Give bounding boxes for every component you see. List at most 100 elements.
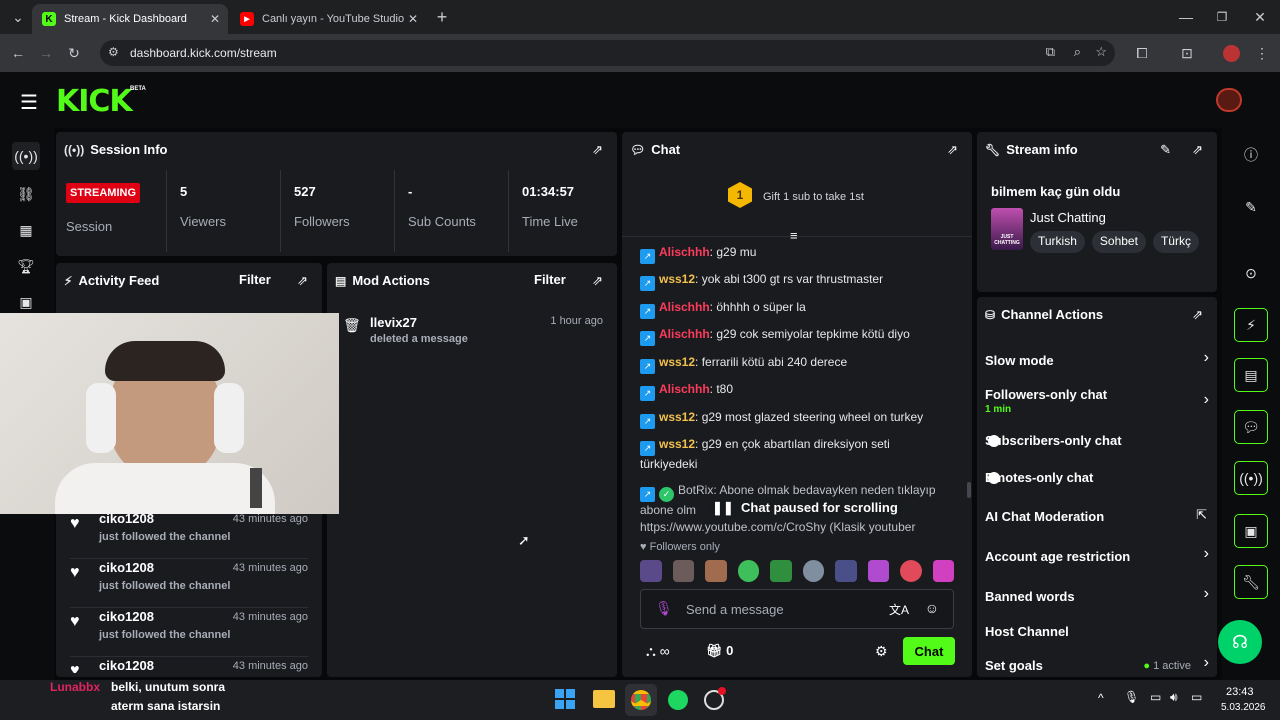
tray-monitor-icon[interactable]: ▭ [1150, 690, 1161, 704]
forward-icon[interactable]: → [36, 43, 56, 63]
emote-icon[interactable] [672, 560, 694, 582]
slow-mode-row[interactable]: Slow mode › [985, 349, 1209, 377]
popout-icon[interactable]: ⇗ [297, 273, 308, 289]
reload-icon[interactable]: ↻ [64, 43, 84, 63]
send-chat-button[interactable]: Chat [903, 637, 955, 665]
new-tab-icon[interactable]: + [432, 7, 452, 27]
chat-username[interactable]: wss12 [659, 272, 695, 286]
category-thumbnail[interactable]: JUST CHATTING [991, 208, 1023, 250]
bookmark-star-icon[interactable]: ☆ [1095, 44, 1107, 60]
screenshot-icon[interactable]: ⊡ [1177, 43, 1197, 63]
file-explorer-icon[interactable] [593, 690, 615, 708]
video-widget-icon[interactable]: ▣ [1234, 514, 1268, 548]
account-age-row[interactable]: Account age restriction › [985, 545, 1209, 573]
chat-input[interactable]: 🎙︎ Send a message 文A ☺ [640, 589, 954, 629]
chrome-icon[interactable] [631, 690, 651, 710]
close-tab-icon[interactable]: ✕ [210, 12, 220, 26]
support-chat-icon[interactable]: ☊ [1218, 620, 1262, 664]
window-close-icon[interactable]: ✕ [1250, 7, 1270, 27]
chat-scrollbar[interactable] [967, 482, 971, 498]
chat-username[interactable]: Alischhh [659, 300, 710, 314]
site-info-icon[interactable]: ⚙ [108, 45, 119, 59]
emote-icon[interactable] [932, 560, 954, 582]
document-widget-icon[interactable]: ▤ [1234, 358, 1268, 392]
chat-paused-notice[interactable]: ❚❚ Chat paused for scrolling [708, 499, 902, 517]
emote-icon[interactable] [640, 560, 662, 582]
clock-time[interactable]: 23:43 [1226, 686, 1254, 698]
chat-username[interactable]: Alischhh [659, 327, 710, 341]
chat-username[interactable]: wss12 [659, 355, 695, 369]
scan-icon[interactable]: ⊙ [1234, 256, 1268, 290]
ai-moderation-row[interactable]: AI Chat Moderation ⇱ [985, 505, 1209, 531]
popout-icon[interactable]: ⇗ [592, 273, 603, 289]
activity-points-icon[interactable]: ⛬ ∞ [646, 643, 670, 660]
windows-start-icon[interactable] [555, 689, 575, 709]
restore-icon[interactable]: ❐ [1212, 7, 1232, 27]
category-name[interactable]: Just Chatting [1030, 210, 1106, 225]
tag-chip[interactable]: Turkish [1030, 231, 1085, 253]
mod-filter-button[interactable]: Filter [534, 272, 566, 287]
gift-icon[interactable]: 🎁︎ 0 [706, 643, 733, 659]
set-goals-row[interactable]: Set goals ● 1 active › [985, 654, 1209, 677]
popout-icon[interactable]: ⇗ [1192, 307, 1203, 323]
chat-settings-icon[interactable]: ⚙ [875, 643, 888, 660]
links-nav-icon[interactable]: ⛓ [12, 180, 40, 208]
tray-volume-icon[interactable]: 🔊︎ [1170, 690, 1178, 705]
chat-username[interactable]: Alischhh [659, 382, 710, 396]
tab-kick-dashboard[interactable]: K Stream - Kick Dashboard ✕ [32, 4, 228, 34]
tag-chip[interactable]: Türkç [1152, 231, 1199, 253]
microphone-icon[interactable]: 🎙︎ [655, 600, 673, 617]
host-channel-row[interactable]: Host Channel [985, 621, 1209, 645]
emote-icon[interactable] [802, 560, 824, 582]
emote-icon[interactable] [867, 560, 889, 582]
activity-filter-button[interactable]: Filter [239, 272, 271, 287]
chat-username[interactable]: wss12 [659, 410, 695, 424]
chat-username[interactable]: Alischhh [659, 245, 710, 259]
banned-words-row[interactable]: Banned words › [985, 585, 1209, 613]
popout-icon[interactable]: ⇗ [1192, 142, 1203, 158]
gift-sub-text[interactable]: Gift 1 sub to take 1st [763, 191, 864, 203]
chat-username[interactable]: wss12 [659, 437, 695, 451]
trophy-nav-icon[interactable]: 🏆︎ [12, 252, 40, 280]
emote-icon[interactable] [835, 560, 857, 582]
tag-chip[interactable]: Sohbet [1091, 231, 1146, 253]
clock-date[interactable]: 5.03.2026 [1221, 702, 1266, 713]
translate-icon[interactable]: 文A [889, 601, 909, 618]
emote-icon[interactable] [770, 560, 792, 582]
emote-icon[interactable] [737, 560, 759, 582]
zoom-icon[interactable]: ⌕ [1074, 44, 1081, 60]
pencil-icon[interactable]: ✎ [1234, 190, 1268, 224]
profile-avatar[interactable] [1223, 45, 1240, 62]
stream-nav-icon[interactable]: ((•)) [12, 142, 40, 170]
emote-icon[interactable] [900, 560, 922, 582]
emoji-icon[interactable]: ☺ [925, 600, 939, 616]
edit-icon[interactable]: ✎ [1160, 142, 1171, 158]
browser-menu-icon[interactable]: ⋮ [1252, 43, 1272, 63]
back-icon[interactable]: ← [8, 43, 28, 63]
minimize-icon[interactable]: — [1176, 7, 1196, 27]
popout-icon[interactable]: ⇗ [947, 142, 958, 158]
chat-widget-icon[interactable]: 💬︎ [1234, 410, 1268, 444]
tab-search-icon[interactable]: ⌄ [8, 7, 28, 27]
hamburger-menu-icon[interactable]: ☰ [20, 90, 38, 115]
tray-battery-icon[interactable]: ▭ [1191, 690, 1202, 704]
extensions-icon[interactable]: ⧠ [1132, 43, 1152, 63]
tab-youtube-studio[interactable]: ▶ Canlı yayın - YouTube Studio ✕ [230, 4, 426, 34]
kick-logo[interactable]: KICK [56, 84, 133, 119]
bolt-widget-icon[interactable]: ⚡︎ [1234, 308, 1268, 342]
tray-chevron-icon[interactable]: ^ [1098, 691, 1104, 705]
tray-mic-icon[interactable]: 🎙︎ [1124, 690, 1139, 704]
close-tab-icon[interactable]: ✕ [408, 12, 418, 26]
address-bar[interactable]: ⚙ dashboard.kick.com/stream ⧉ ⌕ ☆ [100, 40, 1115, 66]
wrench-widget-icon[interactable]: 🔧︎ [1234, 565, 1268, 599]
translate-icon[interactable]: ⧉ [1046, 44, 1055, 60]
spotify-icon[interactable] [668, 690, 688, 710]
followers-only-row[interactable]: Followers-only chat 1 min › [985, 387, 1209, 421]
broadcast-widget-icon[interactable]: ((•)) [1234, 461, 1268, 495]
media-nav-icon[interactable]: ▣ [12, 288, 40, 316]
popout-icon[interactable]: ⇗ [592, 142, 603, 158]
analytics-nav-icon[interactable]: ▦ [12, 216, 40, 244]
emote-icon[interactable] [705, 560, 727, 582]
info-icon[interactable]: ⓘ [1234, 138, 1268, 172]
user-avatar[interactable] [1216, 88, 1242, 112]
